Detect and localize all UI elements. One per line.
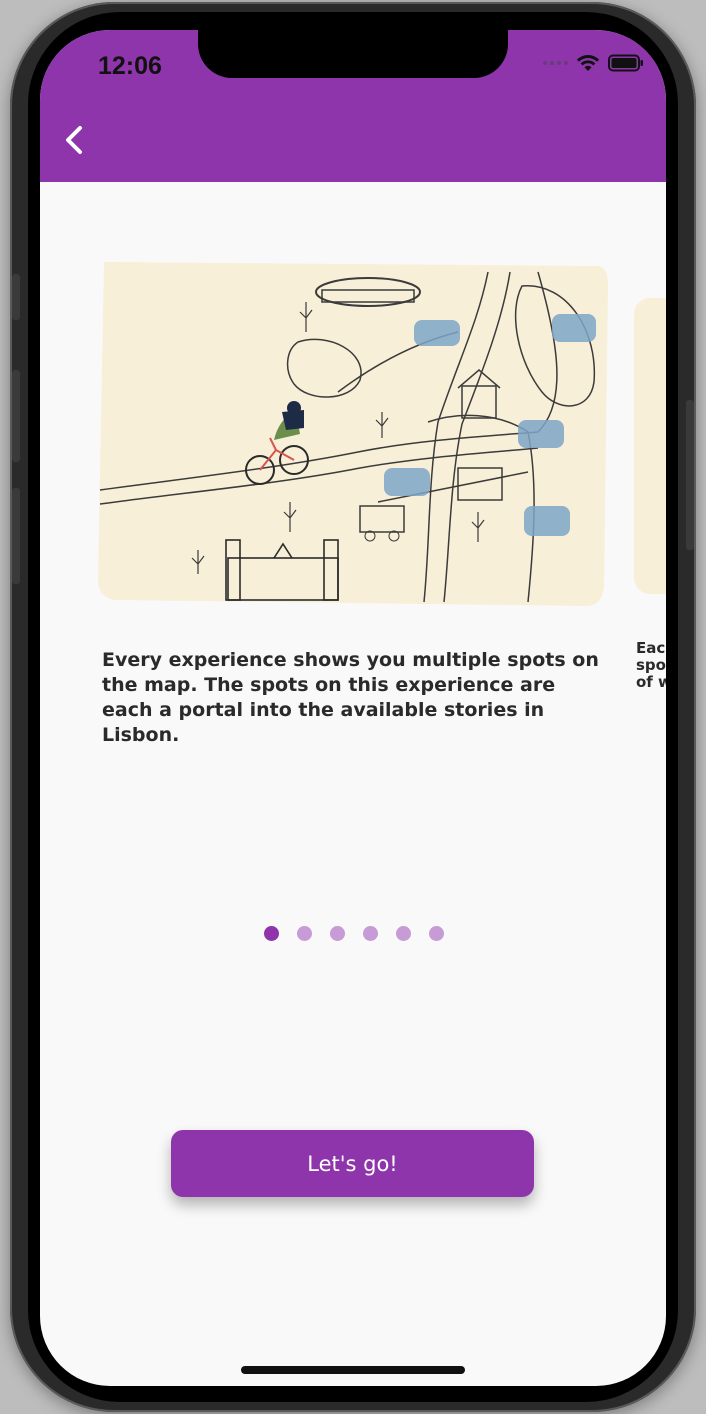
page-dot[interactable] xyxy=(297,926,312,941)
back-arrow-icon[interactable] xyxy=(56,120,96,160)
mute-switch xyxy=(12,274,20,320)
page-dot[interactable] xyxy=(396,926,411,941)
lets-go-button[interactable]: Let's go! xyxy=(171,1130,534,1197)
page-dot[interactable] xyxy=(429,926,444,941)
volume-down-button xyxy=(12,488,20,584)
notch xyxy=(198,30,508,78)
volume-up-button xyxy=(12,370,20,462)
wifi-icon xyxy=(576,55,600,71)
illustrated-map-image xyxy=(98,262,608,606)
page-dot[interactable] xyxy=(330,926,345,941)
screen: 12:06 Every experience shows you multipl… xyxy=(40,30,666,1386)
page-dot[interactable] xyxy=(363,926,378,941)
next-slide-description: Eac spo of w xyxy=(636,640,666,691)
cellular-signal-icon xyxy=(543,61,568,65)
next-slide-image xyxy=(634,298,666,594)
page-dot[interactable] xyxy=(264,926,279,941)
battery-icon xyxy=(608,54,643,72)
app-bar: 12:06 xyxy=(40,30,666,182)
page-indicator xyxy=(264,926,444,941)
status-icons xyxy=(543,54,644,72)
slide-description: Every experience shows you multiple spot… xyxy=(102,649,599,746)
home-indicator xyxy=(241,1366,465,1374)
power-button xyxy=(686,400,694,550)
status-time: 12:06 xyxy=(98,52,162,80)
